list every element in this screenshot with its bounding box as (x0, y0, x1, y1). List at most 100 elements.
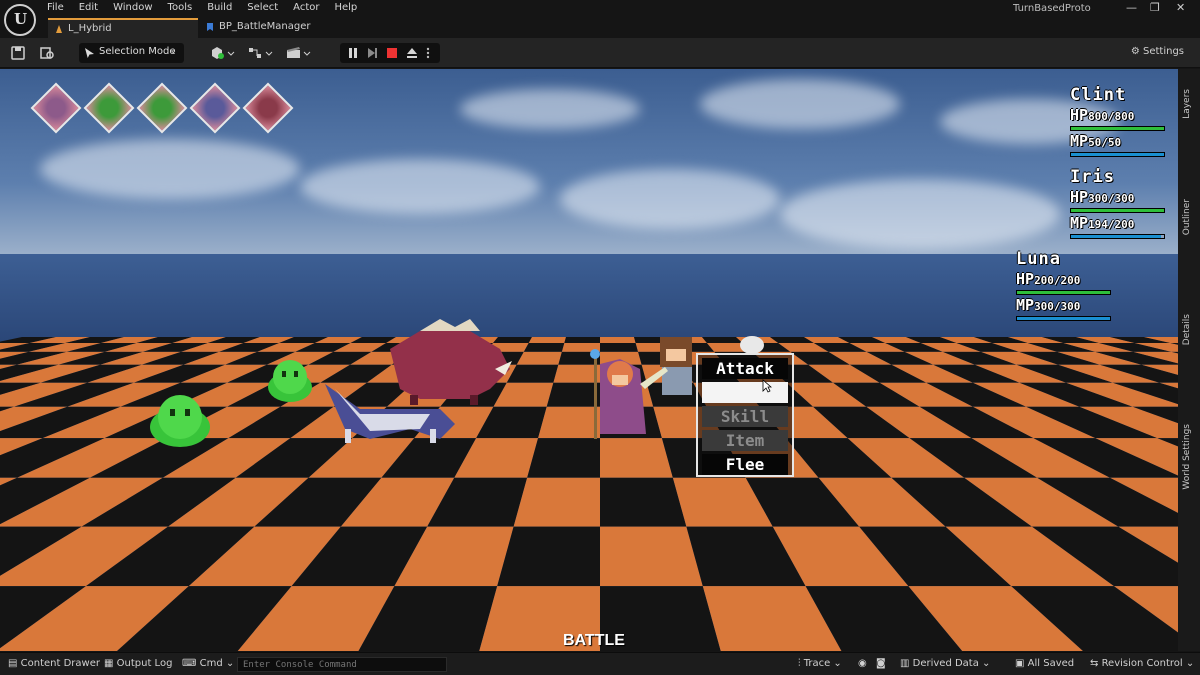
record-icon[interactable]: ◉ (858, 658, 867, 669)
mp-stat: MP300/300 (1016, 296, 1081, 314)
mp-bar (1016, 316, 1111, 321)
warrior-sprite (640, 337, 692, 395)
status-bar: ▤ Content Drawer ▦ Output Log ⌨ Cmd ⌄ ⫶ … (0, 652, 1200, 675)
add-actor-icon[interactable] (210, 46, 236, 60)
mp-bar (1070, 234, 1165, 239)
party-member-clint: Clint HP800/800 MP50/50 (1070, 85, 1165, 157)
tab-label: L_Hybrid (68, 23, 112, 34)
settings-button[interactable]: ⚙ Settings (1131, 46, 1184, 57)
mage-sprite (590, 349, 646, 439)
boar-sprite (390, 319, 512, 405)
slime-sprite (150, 395, 210, 447)
cmd-dropdown[interactable]: ⌨ Cmd ⌄ (182, 658, 234, 669)
step-icon[interactable] (366, 47, 378, 59)
world-settings-tab[interactable]: World Settings (1182, 424, 1192, 490)
chevron-down-icon: ⌄ (222, 658, 235, 669)
all-saved-status[interactable]: ▣ All Saved (1015, 658, 1074, 669)
party-name: Clint (1070, 85, 1127, 105)
party-member-luna: Luna HP200/200 MP300/300 (1016, 249, 1111, 321)
database-icon: ▥ (900, 658, 913, 669)
save-icon[interactable] (11, 46, 25, 60)
mp-stat: MP50/50 (1070, 132, 1122, 150)
boar-portrait (242, 82, 294, 134)
menu-window[interactable]: Window (113, 2, 152, 13)
portrait-frame (242, 82, 294, 134)
outliner-tab[interactable]: Outliner (1182, 199, 1192, 235)
hovered-command[interactable] (702, 382, 788, 403)
layers-tab[interactable]: Layers (1182, 89, 1192, 119)
revision-icon: ⇆ (1090, 658, 1102, 669)
battle-state-label: BATTLE (563, 632, 625, 649)
portrait-frame (136, 82, 188, 134)
attack-command[interactable]: Attack (702, 358, 788, 379)
mp-bar-fill (1071, 235, 1162, 238)
side-panel-tabs: Layers Outliner Details World Settings (1178, 69, 1200, 651)
details-tab[interactable]: Details (1182, 314, 1192, 345)
minimize-button[interactable]: — (1126, 1, 1137, 14)
revision-control-dropdown[interactable]: ⇆ Revision Control ⌄ (1090, 658, 1194, 669)
menu-file[interactable]: File (47, 2, 64, 13)
item-command[interactable]: Item (702, 430, 788, 451)
selection-mode-dropdown[interactable]: Selection Mode ⌄ (79, 43, 184, 63)
party-name: Luna (1016, 249, 1061, 269)
close-button[interactable]: ✕ (1176, 1, 1185, 14)
mp-bar-fill (1071, 153, 1164, 156)
eject-icon[interactable] (406, 47, 418, 59)
tab-bar: L_Hybrid BP_BattleManager (42, 18, 1200, 38)
menu-select[interactable]: Select (247, 2, 278, 13)
menu-build[interactable]: Build (207, 2, 232, 13)
level-icon (56, 25, 62, 33)
derived-data-dropdown[interactable]: ▥ Derived Data ⌄ (900, 658, 990, 669)
blueprint-menu-icon[interactable] (248, 46, 274, 60)
unreal-logo-icon[interactable]: U (4, 4, 36, 36)
menu-tools[interactable]: Tools (168, 2, 193, 13)
settings-label: Settings (1142, 46, 1184, 57)
tab-l-hybrid[interactable]: L_Hybrid (48, 18, 198, 38)
menu-help[interactable]: Help (334, 2, 357, 13)
menu-actor[interactable]: Actor (293, 2, 319, 13)
gear-icon: ⚙ (1130, 46, 1143, 57)
mouse-cursor-icon (762, 379, 772, 393)
restore-button[interactable]: ❐ (1150, 1, 1160, 14)
portrait-frame (83, 82, 135, 134)
hp-stat: HP200/200 (1016, 270, 1081, 288)
flee-command[interactable]: Flee (702, 454, 788, 475)
hp-bar-fill (1017, 291, 1110, 294)
console-command-input[interactable] (237, 657, 447, 672)
blueprint-icon (207, 23, 213, 31)
game-viewport[interactable]: Clint HP800/800 MP50/50 Iris HP300/300 M… (0, 69, 1178, 651)
more-options-icon[interactable] (426, 47, 430, 59)
battle-command-menu: Attack Skill Item Flee (696, 353, 794, 477)
browse-icon[interactable] (40, 46, 54, 60)
content-drawer-button[interactable]: ▤ Content Drawer (8, 658, 100, 669)
selection-mode-label: Selection Mode (99, 46, 176, 57)
output-log-button[interactable]: ▦ Output Log (104, 658, 172, 669)
menu-bar: File Edit Window Tools Build Select Acto… (0, 0, 1200, 18)
save-status-icon: ▣ (1015, 658, 1028, 669)
hp-bar (1070, 126, 1165, 131)
project-name: TurnBasedProto (1013, 3, 1091, 14)
chevron-down-icon: ⌄ (169, 46, 177, 56)
hp-bar (1016, 290, 1111, 295)
play-controls (340, 43, 440, 63)
tab-bp-battlemanager[interactable]: BP_BattleManager (199, 18, 339, 38)
party-name: Iris (1070, 167, 1115, 187)
chevron-down-icon: ⌄ (1182, 658, 1195, 669)
main-menu: File Edit Window Tools Build Select Acto… (47, 2, 372, 13)
skill-command[interactable]: Skill (702, 406, 788, 427)
slime-portrait (136, 82, 188, 134)
trace-dropdown[interactable]: ⫶ Trace ⌄ (798, 658, 842, 669)
hp-bar (1070, 208, 1165, 213)
party-member-iris: Iris HP300/300 MP194/200 (1070, 167, 1165, 239)
mp-bar (1070, 152, 1165, 157)
stop-icon[interactable] (386, 47, 398, 59)
pause-icon[interactable] (347, 47, 359, 59)
chevron-down-icon: ⌄ (830, 658, 842, 669)
menu-edit[interactable]: Edit (79, 2, 98, 13)
camera-icon[interactable]: ◙ (876, 658, 886, 669)
toolbar: Selection Mode ⌄ ⚙ Settings (0, 38, 1200, 68)
wolf-portrait (189, 82, 241, 134)
battle-sprites (150, 319, 764, 447)
portrait-frame (189, 82, 241, 134)
cinematics-icon[interactable] (286, 46, 312, 60)
